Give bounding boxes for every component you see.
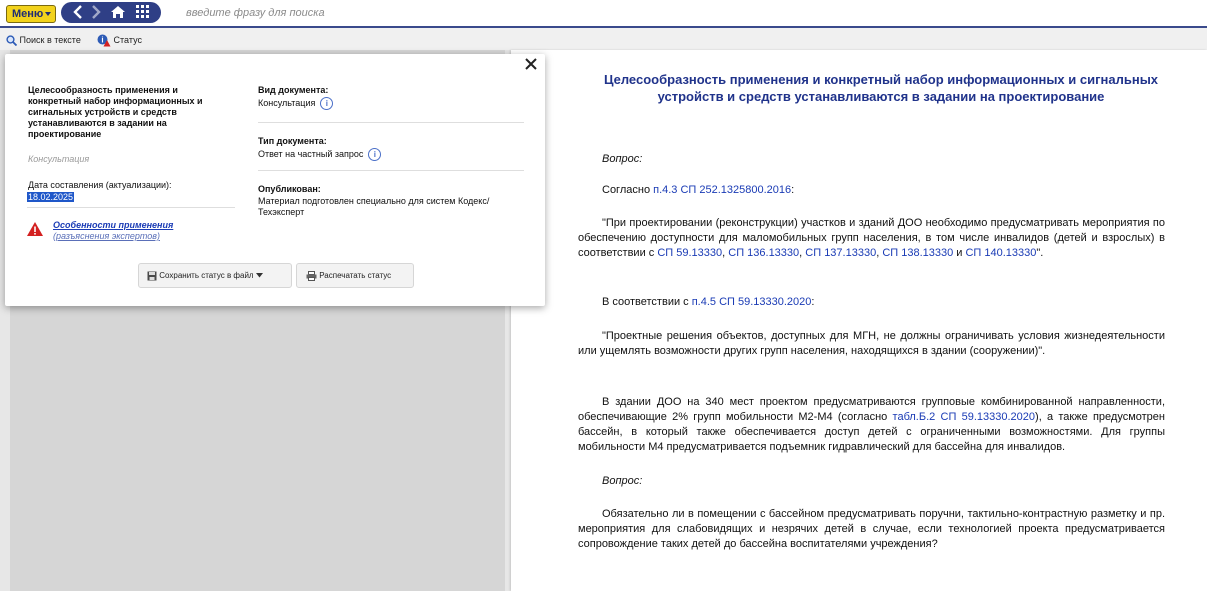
close-icon[interactable] — [523, 58, 539, 74]
paragraph-3: В соответствии с п.4.5 СП 59.13330.2020: — [602, 295, 814, 310]
search-box — [172, 3, 1197, 23]
published-label: Опубликован: — [258, 184, 321, 194]
toolbar: Поиск в тексте i Статус — [0, 28, 1207, 50]
printer-icon — [306, 270, 319, 281]
date-label: Дата составления (актуализации): — [28, 180, 172, 190]
paragraph-4: "Проектные решения объектов, доступных д… — [578, 330, 1165, 357]
search-in-text-button[interactable]: Поиск в тексте — [6, 32, 81, 48]
features-link[interactable]: Особенности применения — [53, 220, 173, 230]
search-input[interactable] — [186, 5, 1086, 21]
paragraph-6: Обязательно ли в помещении с бассейном п… — [578, 508, 1165, 550]
published-value: Материал подготовлен специально для сист… — [258, 196, 490, 217]
home-icon[interactable] — [109, 5, 127, 20]
paragraph-3-prefix: В соответствии с — [602, 296, 692, 308]
search-icon — [6, 35, 20, 47]
menu-button[interactable]: Меню — [6, 5, 57, 23]
doc-type-value: Ответ на частный запрос — [258, 148, 364, 159]
floppy-icon — [147, 271, 159, 281]
link-sp-136[interactable]: СП 136.13330 — [728, 247, 799, 259]
date-value-wrap: 18.02.2025 — [27, 192, 75, 203]
date-value[interactable]: 18.02.2025 — [27, 192, 75, 202]
link-sp-138[interactable]: СП 138.13330 — [882, 247, 953, 259]
status-button[interactable]: i Статус — [97, 32, 142, 48]
save-status-button[interactable]: Сохранить статус в файл — [138, 263, 292, 288]
chevron-right-icon[interactable] — [89, 5, 103, 20]
print-status-button[interactable]: Распечатать статус — [296, 263, 414, 288]
features-sub-link[interactable]: (разъяснения экспертов) — [53, 231, 160, 241]
paragraph-1-suffix: : — [791, 184, 795, 196]
divider — [27, 207, 235, 208]
warning-icon — [26, 221, 44, 240]
document-panel: Целесообразность применения и конкретный… — [511, 50, 1207, 591]
features-link-block: Особенности применения (разъяснения эксп… — [53, 220, 173, 242]
paragraph-2-end: ". — [1036, 247, 1044, 259]
paragraph-3-suffix: : — [811, 296, 815, 308]
link-sp-137[interactable]: СП 137.13330 — [805, 247, 876, 259]
paragraph-1-prefix: Согласно — [602, 184, 654, 196]
doc-type-label: Тип документа: — [258, 136, 327, 146]
divider — [258, 122, 524, 123]
svg-text:i: i — [101, 36, 103, 45]
print-status-label: Распечатать статус — [319, 271, 392, 280]
paragraph-2: "При проектировании (реконструкции) учас… — [578, 217, 1165, 259]
menu-button-label: Меню — [12, 8, 44, 20]
paragraph-1: Согласно п.4.3 СП 252.1325800.2016: — [602, 183, 794, 198]
question-label: Вопрос: — [602, 153, 643, 165]
status-icon: i — [97, 34, 114, 47]
document-title: Целесообразность применения и конкретный… — [603, 72, 1159, 104]
chevron-left-icon[interactable] — [71, 5, 85, 20]
info-icon[interactable]: i — [368, 148, 382, 161]
link-sp-252[interactable]: п.4.3 СП 252.1325800.2016 — [653, 184, 791, 196]
status-label: Статус — [113, 35, 142, 45]
info-icon[interactable]: i — [320, 97, 334, 110]
doc-kind-value-row: Консультация i — [258, 97, 334, 110]
doc-kind-label: Вид документа: — [258, 85, 329, 95]
link-sp-59[interactable]: СП 59.13330 — [657, 247, 722, 259]
grid-icon[interactable] — [134, 5, 150, 20]
question-label-2: Вопрос: — [602, 475, 643, 487]
link-sp-59-2020[interactable]: п.4.5 СП 59.13330.2020 — [692, 296, 812, 308]
popup-doc-title: Целесообразность применения и конкретный… — [28, 85, 203, 139]
caret-down-icon — [45, 12, 52, 17]
save-status-label: Сохранить статус в файл — [159, 271, 254, 280]
paragraph-2-and: и — [953, 247, 966, 259]
divider — [258, 170, 524, 171]
top-bar: Меню — [0, 0, 1207, 28]
nav-controls — [61, 2, 161, 23]
link-sp-140[interactable]: СП 140.13330 — [965, 247, 1036, 259]
paragraph-5: В здании ДОО на 340 мест проектом предус… — [578, 395, 1165, 455]
caret-down-icon — [255, 271, 263, 280]
popup-doc-category: Консультация — [28, 154, 90, 164]
doc-kind-value: Консультация — [258, 97, 316, 108]
status-popup: Целесообразность применения и конкретный… — [5, 54, 545, 306]
doc-type-value-row: Ответ на частный запрос i — [258, 148, 382, 161]
search-in-text-label: Поиск в тексте — [19, 35, 81, 45]
link-table-b2[interactable]: табл.Б.2 СП 59.13330.2020 — [893, 411, 1035, 423]
